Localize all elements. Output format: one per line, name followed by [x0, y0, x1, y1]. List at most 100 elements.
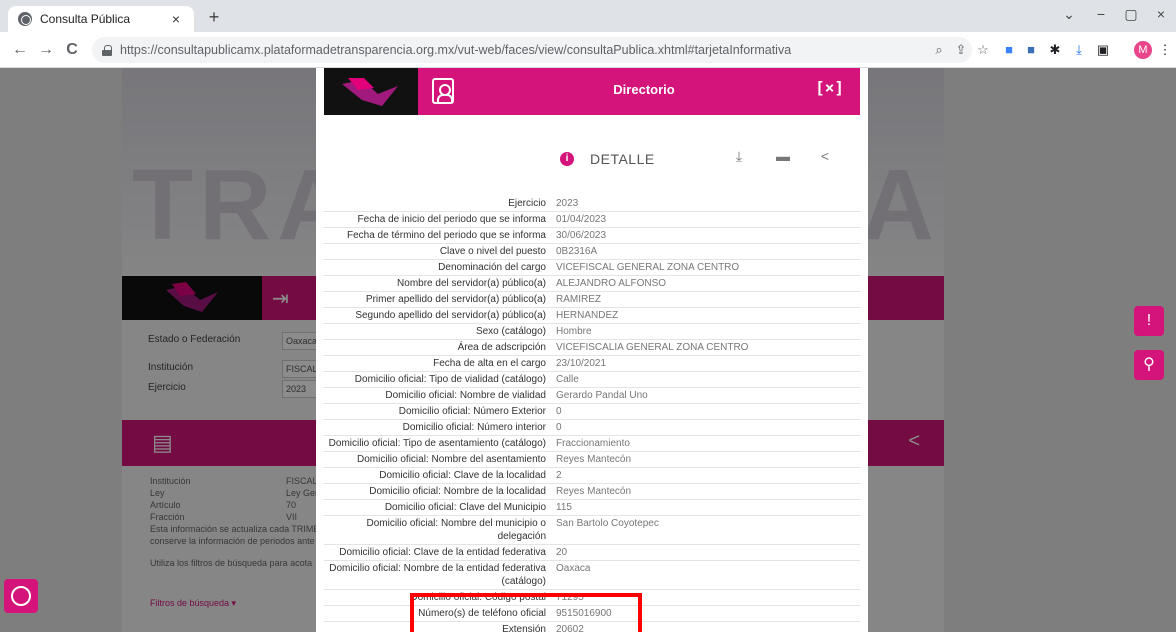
- browser-tab[interactable]: Consulta Pública ×: [8, 6, 194, 32]
- profile-avatar[interactable]: M: [1134, 41, 1152, 59]
- tab-strip: Consulta Pública × + ⌄ − ▢ ×: [0, 0, 1176, 32]
- row-label: Primer apellido del servidor(a) público(…: [365, 294, 546, 305]
- detail-row: Fecha de alta en el cargo 23/10/2021: [324, 356, 860, 372]
- row-value: 30/06/2023: [556, 230, 607, 241]
- print-icon[interactable]: ▬: [774, 148, 792, 164]
- detail-row: Sexo (catálogo) Hombre: [324, 324, 860, 340]
- detail-row: Domicilio oficial: Clave de la entidad f…: [324, 545, 860, 561]
- forward-button[interactable]: →: [36, 40, 56, 60]
- detail-row: Domicilio oficial: Nombre del municipio …: [324, 516, 860, 545]
- detail-row: Domicilio oficial: Nombre de la entidad …: [324, 561, 860, 590]
- row-value: 2: [556, 470, 562, 481]
- zoom-icon[interactable]: ⌕: [930, 41, 948, 59]
- modal-title: Directorio: [613, 82, 675, 97]
- detail-row: Domicilio oficial: Nombre de vialidad Ger…: [324, 388, 860, 404]
- row-value: VICEFISCALIA GENERAL ZONA CENTRO: [556, 342, 749, 353]
- globe-icon: [18, 12, 32, 26]
- close-window-button[interactable]: ×: [1146, 4, 1176, 24]
- directory-icon: [432, 78, 454, 104]
- row-label: Domicilio oficial: Nombre de la entidad …: [329, 563, 546, 587]
- detail-row: Domicilio oficial: Clave de la localidad…: [324, 468, 860, 484]
- detail-row: Área de adscripción VICEFISCALIA GENERAL …: [324, 340, 860, 356]
- extensions-puzzle-icon[interactable]: ✱: [1046, 41, 1064, 59]
- close-tab-icon[interactable]: ×: [168, 11, 184, 27]
- row-value: 2023: [556, 198, 579, 209]
- share-page-icon[interactable]: ⇪: [952, 41, 970, 59]
- detail-row: Domicilio oficial: Número interior 0: [324, 420, 860, 436]
- row-label: Domicilio oficial: Tipo de asentamiento …: [328, 438, 546, 449]
- row-value: 0: [556, 406, 562, 417]
- url-text: https://consultapublicamx.plataformadetr…: [120, 43, 792, 57]
- detail-row: Segundo apellido del servidor(a) público…: [324, 308, 860, 324]
- row-value: 115: [556, 502, 572, 513]
- share-icon[interactable]: <: [816, 148, 834, 164]
- row-label: Sexo (catálogo): [475, 326, 546, 337]
- row-label: Domicilio oficial: Clave de la localidad: [379, 470, 546, 481]
- tools-icon[interactable]: ⚲: [1134, 350, 1164, 380]
- alert-icon[interactable]: !: [1134, 306, 1164, 336]
- row-label: Fecha de inicio del periodo que se infor…: [357, 214, 546, 225]
- row-label: Domicilio oficial: Nombre de vialidad: [385, 390, 546, 401]
- detail-label: DETALLE: [590, 151, 655, 167]
- row-value: VICEFISCAL GENERAL ZONA CENTRO: [556, 262, 740, 273]
- detail-row: Domicilio oficial: Número Exterior 0: [324, 404, 860, 420]
- row-label: Domicilio oficial: Número interior: [402, 422, 546, 433]
- row-value: Fraccionamiento: [556, 438, 630, 449]
- row-label: Nombre del servidor(a) público(a): [397, 278, 546, 289]
- close-modal-button[interactable]: [×]: [815, 78, 844, 97]
- row-value: Reyes Mantecón: [556, 454, 632, 465]
- restore-button[interactable]: ▢: [1116, 4, 1146, 24]
- browser-toolbar: ← → C https://consultapublicamx.platafor…: [0, 32, 1176, 68]
- extension-icon-2[interactable]: ■: [1022, 41, 1040, 59]
- row-value: 20: [556, 547, 568, 558]
- row-value: 0: [556, 422, 562, 433]
- row-value: Gerardo Pandal Uno: [556, 390, 648, 401]
- reload-button[interactable]: C: [62, 40, 82, 60]
- sidepanel-icon[interactable]: ▣: [1094, 41, 1112, 59]
- row-value: Hombre: [556, 326, 592, 337]
- modal-header: Directorio [×]: [324, 68, 860, 115]
- detail-row: Denominación del cargo VICEFISCAL GENERAL…: [324, 260, 860, 276]
- row-label: Domicilio oficial: Clave del Municipio: [384, 502, 546, 513]
- chevron-down-icon[interactable]: ⌄: [1054, 4, 1084, 24]
- detail-heading: i DETALLE: [560, 151, 655, 167]
- detail-row: Fecha de inicio del periodo que se infor…: [324, 212, 860, 228]
- accessibility-icon[interactable]: [4, 579, 38, 613]
- detail-row: Ejercicio 2023: [324, 196, 860, 212]
- row-label: Segundo apellido del servidor(a) público…: [355, 310, 546, 321]
- highlight-box: [410, 593, 642, 632]
- extension-icon[interactable]: ■: [1000, 41, 1018, 59]
- row-value: Calle: [556, 374, 579, 385]
- new-tab-button[interactable]: +: [204, 8, 224, 26]
- detail-row: Clave o nivel del puesto 0B2316A: [324, 244, 860, 260]
- row-label: Denominación del cargo: [438, 262, 546, 273]
- detail-row: Primer apellido del servidor(a) público(…: [324, 292, 860, 308]
- bookmark-star-icon[interactable]: ☆: [974, 41, 992, 59]
- row-label: Domicilio oficial: Número Exterior: [398, 406, 546, 417]
- row-value: Oaxaca: [556, 563, 591, 574]
- pnt-logo: [324, 68, 418, 115]
- menu-icon[interactable]: ⋮: [1156, 41, 1174, 59]
- minimize-button[interactable]: −: [1086, 4, 1116, 24]
- download-icon[interactable]: ⤓: [730, 148, 748, 165]
- back-button[interactable]: ←: [10, 40, 30, 60]
- info-icon: i: [560, 152, 574, 166]
- row-value: HERNANDEZ: [556, 310, 619, 321]
- lock-icon: [102, 44, 112, 56]
- row-label: Clave o nivel del puesto: [439, 246, 546, 257]
- detail-row: Domicilio oficial: Nombre de la localida…: [324, 484, 860, 500]
- row-value: ALEJANDRO ALFONSO: [556, 278, 667, 289]
- download-icon[interactable]: ⤓: [1070, 41, 1088, 59]
- row-value: 0B2316A: [556, 246, 598, 257]
- detail-row: Domicilio oficial: Clave del Municipio 11…: [324, 500, 860, 516]
- row-value: Reyes Mantecón: [556, 486, 632, 497]
- row-value: RAMIREZ: [556, 294, 601, 305]
- row-label: Fecha de alta en el cargo: [433, 358, 546, 369]
- directory-modal: Directorio [×] i DETALLE ⤓ ▬ < Ejercicio…: [316, 68, 868, 632]
- row-label: Domicilio oficial: Nombre del asentamien…: [357, 454, 546, 465]
- address-bar[interactable]: https://consultapublicamx.plataformadetr…: [92, 37, 972, 63]
- detail-row: Domicilio oficial: Nombre del asentamien…: [324, 452, 860, 468]
- row-value: 23/10/2021: [556, 358, 607, 369]
- row-label: Domicilio oficial: Tipo de vialidad (cat…: [354, 374, 546, 385]
- row-label: Domicilio oficial: Clave de la entidad f…: [339, 547, 546, 558]
